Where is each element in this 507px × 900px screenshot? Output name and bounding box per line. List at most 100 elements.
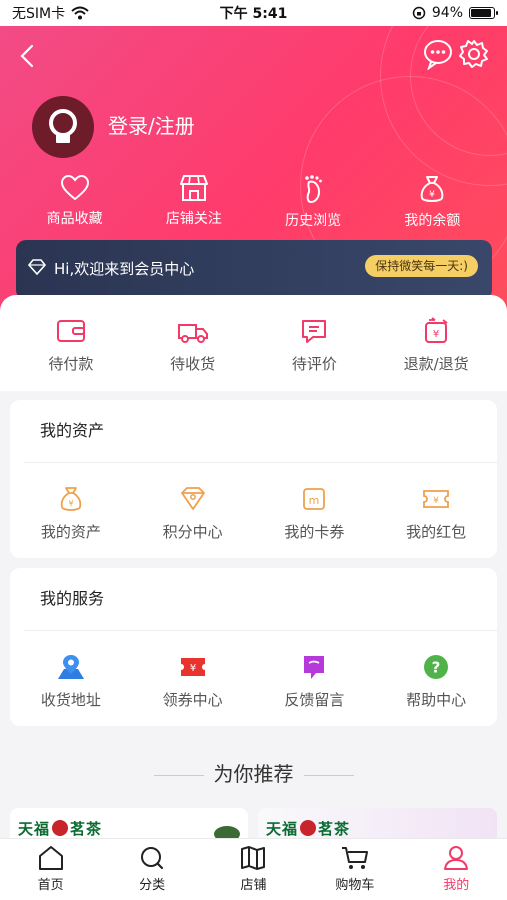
my-services-card: 我的服务 收货地址 ¥ 领券中心 反馈留言 ? 帮助中心 bbox=[10, 568, 497, 726]
tab-label: 购物车 bbox=[335, 878, 375, 893]
asset-label: 我的红包 bbox=[406, 523, 467, 541]
order-label: 待评价 bbox=[291, 355, 337, 373]
order-pending-payment[interactable]: 待付款 bbox=[16, 317, 126, 391]
product-card[interactable]: 天福 茗茶 bbox=[10, 808, 248, 838]
my-assets-card: 我的资产 ¥ 我的资产 积分中心 m 我的卡券 ¥ 我的红包 bbox=[10, 400, 497, 558]
section-title: 我的资产 bbox=[40, 421, 105, 440]
map-pin-icon bbox=[57, 655, 84, 679]
asset-label: 我的资产 bbox=[40, 523, 101, 541]
battery-icon bbox=[469, 7, 498, 19]
card-icon: m bbox=[303, 488, 326, 510]
tab-category[interactable]: 分类 bbox=[112, 845, 192, 900]
search-icon bbox=[141, 847, 164, 870]
carrier-label: 无SIM卡 bbox=[12, 6, 66, 22]
tab-home[interactable]: 首页 bbox=[11, 845, 91, 900]
service-help-center[interactable]: ? 帮助中心 bbox=[381, 653, 491, 710]
quick-link-history[interactable]: 历史浏览 bbox=[258, 174, 368, 230]
store-icon bbox=[179, 175, 208, 201]
money-bag-icon: ¥ bbox=[421, 176, 444, 202]
quick-link-label: 我的余额 bbox=[404, 213, 461, 229]
svg-text:¥: ¥ bbox=[189, 663, 195, 674]
member-slogan-badge: 保持微笑每一天:) bbox=[365, 255, 478, 277]
refund-icon: ¥ bbox=[425, 317, 448, 343]
quick-link-label: 商品收藏 bbox=[46, 211, 103, 227]
order-status-card: 待付款 待收货 待评价 ¥ 退款/退货 bbox=[0, 295, 507, 391]
service-label: 收货地址 bbox=[40, 691, 101, 709]
order-pending-receipt[interactable]: 待收货 bbox=[138, 317, 248, 391]
service-label: 反馈留言 bbox=[284, 691, 345, 709]
wallet-icon bbox=[56, 320, 85, 342]
service-address[interactable]: 收货地址 bbox=[16, 653, 126, 710]
service-label: 帮助中心 bbox=[406, 691, 467, 709]
order-label: 待付款 bbox=[48, 355, 94, 373]
user-icon bbox=[444, 846, 469, 870]
login-register-link[interactable]: 登录/注册 bbox=[108, 110, 195, 139]
asset-my-assets[interactable]: ¥ 我的资产 bbox=[16, 485, 126, 542]
order-pending-review[interactable]: 待评价 bbox=[259, 317, 369, 391]
back-arrow-icon[interactable] bbox=[14, 42, 42, 70]
section-title: 我的服务 bbox=[40, 589, 105, 608]
points-icon bbox=[180, 487, 205, 510]
recommend-heading: 为你推荐 bbox=[0, 758, 507, 787]
asset-red-packet[interactable]: ¥ 我的红包 bbox=[381, 485, 491, 542]
svg-text:m: m bbox=[309, 494, 320, 507]
help-icon: ? bbox=[424, 655, 449, 679]
quick-link-followed-stores[interactable]: 店铺关注 bbox=[139, 174, 249, 230]
member-welcome-text: Hi,欢迎来到会员中心 bbox=[54, 260, 195, 278]
brand-logo: 天福 茗茶 bbox=[266, 820, 351, 838]
bottom-tab-bar: 首页 分类 店铺 购物车 我的 bbox=[0, 838, 507, 900]
product-thumbnail bbox=[214, 826, 240, 838]
order-label: 退款/退货 bbox=[403, 355, 469, 373]
svg-text:?: ? bbox=[432, 659, 441, 677]
profile-header: 登录/注册 商品收藏 店铺关注 历史浏览 ¥ 我的余额 Hi,欢迎来到会员中心 … bbox=[0, 26, 507, 316]
svg-text:¥: ¥ bbox=[433, 496, 439, 506]
tab-label: 首页 bbox=[37, 878, 64, 893]
quick-link-label: 历史浏览 bbox=[285, 213, 342, 229]
battery-percent: 94% bbox=[431, 5, 463, 21]
diamond-icon bbox=[28, 259, 46, 275]
red-packet-icon: ¥ bbox=[423, 490, 450, 508]
service-feedback[interactable]: 反馈留言 bbox=[259, 653, 369, 710]
recommend-title: 为你推荐 bbox=[213, 762, 294, 786]
svg-text:¥: ¥ bbox=[68, 499, 73, 508]
home-icon bbox=[38, 846, 63, 870]
tab-stores[interactable]: 店铺 bbox=[213, 845, 293, 900]
order-refund[interactable]: ¥ 退款/退货 bbox=[381, 317, 491, 391]
svg-text:¥: ¥ bbox=[433, 329, 439, 340]
quick-links: 商品收藏 店铺关注 历史浏览 ¥ 我的余额 bbox=[0, 174, 507, 230]
brand-logo: 天福 茗茶 bbox=[18, 820, 103, 838]
member-center-banner[interactable]: Hi,欢迎来到会员中心 保持微笑每一天:) bbox=[16, 240, 492, 300]
map-icon bbox=[241, 846, 266, 870]
coupon-icon: ¥ bbox=[180, 658, 205, 676]
status-bar: 无SIM卡 下午 5:41 94% bbox=[0, 0, 507, 26]
tab-label: 我的 bbox=[443, 878, 470, 893]
quick-link-label: 店铺关注 bbox=[165, 211, 222, 227]
money-bag-icon: ¥ bbox=[60, 487, 82, 511]
tab-mine[interactable]: 我的 bbox=[416, 845, 496, 900]
tab-label: 店铺 bbox=[240, 878, 267, 893]
orientation-lock-icon bbox=[412, 6, 426, 20]
feedback-icon bbox=[304, 656, 325, 679]
avatar[interactable] bbox=[32, 96, 94, 158]
wifi-icon bbox=[71, 6, 89, 20]
product-card[interactable]: 天福 茗茶 bbox=[258, 808, 497, 838]
asset-card-coupons[interactable]: m 我的卡券 bbox=[259, 485, 369, 542]
truck-icon bbox=[177, 324, 208, 343]
service-coupon-center[interactable]: ¥ 领券中心 bbox=[138, 653, 248, 710]
tab-cart[interactable]: 购物车 bbox=[315, 845, 395, 900]
order-label: 待收货 bbox=[170, 355, 216, 373]
asset-points-center[interactable]: 积分中心 bbox=[138, 485, 248, 542]
service-label: 领券中心 bbox=[162, 691, 223, 709]
cart-icon bbox=[341, 847, 368, 869]
quick-link-favorites[interactable]: 商品收藏 bbox=[20, 174, 130, 230]
gear-icon[interactable] bbox=[458, 38, 490, 70]
user-avatar-icon bbox=[49, 109, 77, 143]
asset-label: 积分中心 bbox=[162, 523, 223, 541]
comment-icon bbox=[302, 320, 327, 343]
tab-label: 分类 bbox=[139, 878, 166, 893]
svg-text:¥: ¥ bbox=[430, 190, 436, 200]
quick-link-balance[interactable]: ¥ 我的余额 bbox=[377, 174, 487, 230]
message-icon[interactable] bbox=[422, 38, 454, 70]
footprint-icon bbox=[305, 175, 323, 204]
asset-label: 我的卡券 bbox=[284, 523, 345, 541]
